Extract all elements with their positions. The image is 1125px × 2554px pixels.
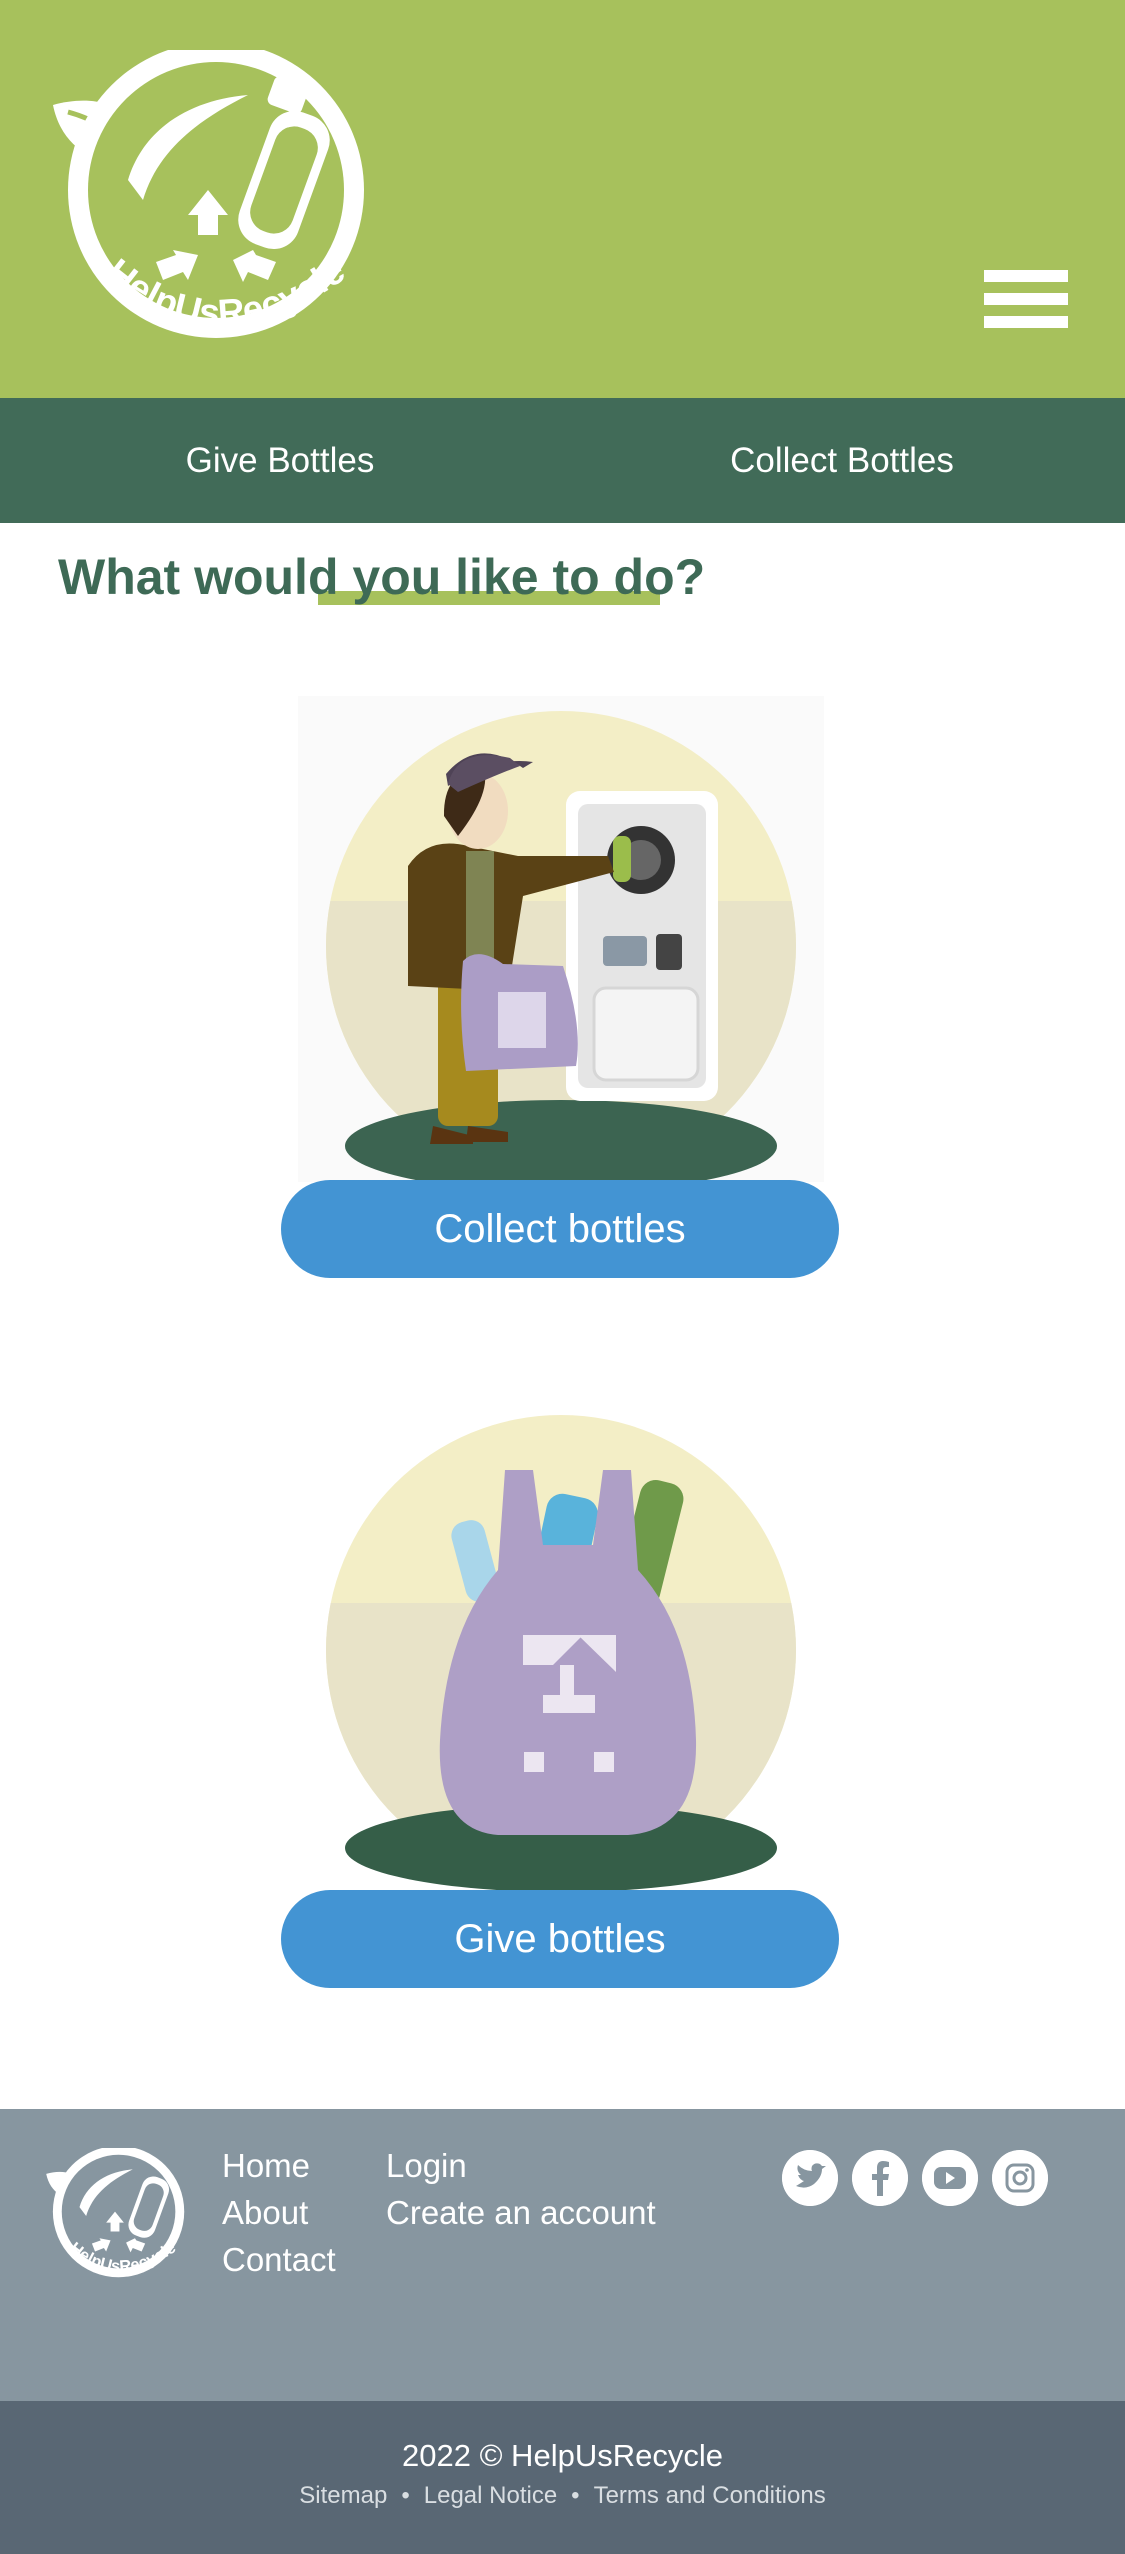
heading-wrap: What would you like to do? [58,548,705,606]
give-bottles-button[interactable]: Give bottles [281,1890,839,1988]
footer-link-login[interactable]: Login [386,2147,467,2185]
hamburger-menu-icon[interactable] [984,270,1068,328]
footer-link-home[interactable]: Home [222,2147,310,2185]
sitemap-link[interactable]: Sitemap [299,2482,387,2509]
footer-bottom-bar [0,2401,1125,2554]
helpusrecycle-logo[interactable]: HelpUsRecycle [48,50,368,350]
footer-logo[interactable]: HelpUsRecycle [44,2148,186,2284]
page-title: What would you like to do? [58,549,706,605]
collect-bottles-illustration [298,696,824,1182]
copyright-text: 2022 © HelpUsRecycle [402,2438,723,2473]
youtube-icon[interactable] [922,2150,978,2206]
footer-link-about[interactable]: About [222,2194,308,2232]
legal-links: Sitemap • Legal Notice • Terms and Condition… [0,2482,1125,2510]
collect-bottles-button[interactable]: Collect bottles [281,1180,839,1278]
twitter-icon[interactable] [782,2150,838,2206]
facebook-icon[interactable] [852,2150,908,2206]
legal-notice-link[interactable]: Legal Notice [424,2482,557,2509]
main-nav: Give Bottles Collect Bottles [0,398,1125,523]
terms-link[interactable]: Terms and Conditions [594,2482,826,2509]
instagram-icon[interactable] [992,2150,1048,2206]
give-bottles-illustration [326,1415,796,1892]
footer-link-contact[interactable]: Contact [222,2241,336,2279]
footer-link-create-account[interactable]: Create an account [386,2194,656,2232]
nav-collect-bottles[interactable]: Collect Bottles [672,398,1012,523]
nav-give-bottles[interactable]: Give Bottles [120,398,440,523]
bullet-separator: • [401,2482,410,2509]
bullet-separator: • [571,2482,580,2509]
